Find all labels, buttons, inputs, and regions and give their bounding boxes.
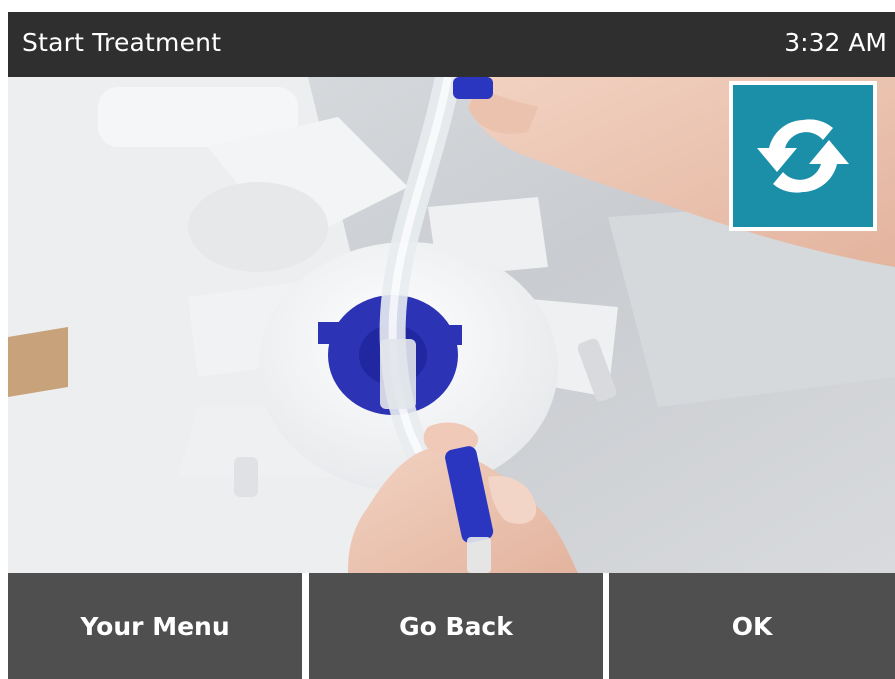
title-bar: Start Treatment 3:32 AM: [8, 12, 895, 77]
ok-label: OK: [731, 611, 773, 641]
go-back-label: Go Back: [399, 611, 513, 641]
refresh-button[interactable]: [729, 81, 877, 231]
screen-title: Start Treatment: [22, 28, 222, 57]
your-menu-button[interactable]: Your Menu: [8, 573, 302, 679]
ok-button[interactable]: OK: [609, 573, 895, 679]
soft-key-bar: Your Menu Go Back OK: [8, 573, 895, 679]
refresh-icon: [757, 119, 849, 193]
your-menu-label: Your Menu: [80, 611, 230, 641]
clock: 3:32 AM: [784, 28, 887, 57]
refresh-button-face: [733, 85, 873, 227]
go-back-button[interactable]: Go Back: [309, 573, 603, 679]
